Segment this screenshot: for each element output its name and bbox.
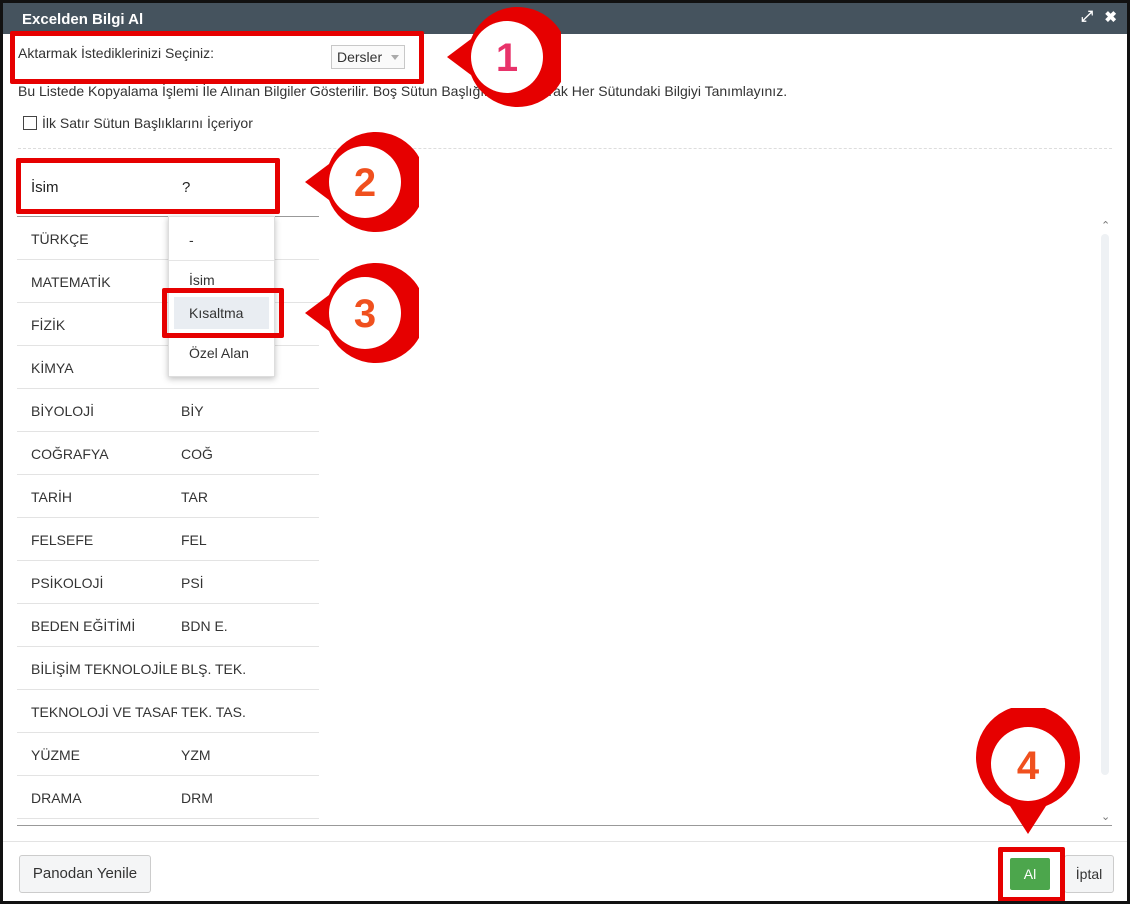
callout-1: 1 (447, 7, 561, 107)
row-name-cell: PSİKOLOJİ (31, 575, 104, 591)
table-row: BİLİŞİM TEKNOLOJİLERİBLŞ. TEK. (17, 647, 319, 690)
highlight-box-4 (998, 847, 1065, 901)
info-text: Bu Listede Kopyalama İşlemi İle Alınan B… (18, 83, 788, 99)
table-row: DRAMA DRM (17, 776, 319, 819)
callout-2: 2 (305, 132, 419, 232)
callout-3-number: 3 (354, 292, 376, 336)
row-name-cell: TÜRKÇE (31, 231, 89, 247)
scroll-down-icon[interactable]: ⌄ (1101, 810, 1110, 823)
row-name-cell: TARİH (31, 489, 72, 505)
scroll-up-icon[interactable]: ⌃ (1101, 219, 1110, 232)
table-row: COĞRAFYA COĞ (17, 432, 319, 475)
row-name-cell: YÜZME (31, 747, 80, 763)
row-abbreviation-cell: BLŞ. TEK. (181, 661, 247, 677)
callout-4: 4 (976, 708, 1080, 834)
row-abbreviation-cell: YZM (181, 747, 211, 763)
refresh-from-clipboard-button[interactable]: Panodan Yenile (19, 855, 151, 893)
header-row-checkbox[interactable] (23, 116, 37, 130)
checkbox-label: İlk Satır Sütun Başlıklarını İçeriyor (42, 115, 253, 131)
row-abbreviation-cell: PSİ (181, 575, 204, 591)
row-abbreviation-cell: BDN E. (181, 618, 228, 634)
menu-separator (169, 260, 274, 261)
table-row: TEKNOLOJİ VE TASARIMTEK. TAS. (17, 690, 319, 733)
row-abbreviation-cell: BİY (181, 403, 204, 419)
table-row: YÜZME YZM (17, 733, 319, 776)
row-abbreviation-cell: TAR (181, 489, 208, 505)
row-name-cell: TEKNOLOJİ VE TASARIM (31, 704, 177, 720)
table-row: PSİKOLOJİ PSİ (17, 561, 319, 604)
menu-item-none[interactable]: - (189, 232, 294, 248)
row-abbreviation-cell: FEL (181, 532, 207, 548)
row-name-cell: KİMYA (31, 360, 74, 376)
callout-4-number: 4 (1017, 744, 1040, 788)
table-row: TARİH TAR (17, 475, 319, 518)
highlight-box-3 (162, 288, 284, 338)
row-name-cell: BİYOLOJİ (31, 403, 95, 419)
divider (18, 148, 1112, 149)
highlight-box-1 (10, 31, 424, 84)
row-name-cell: DRAMA (31, 790, 82, 806)
row-abbreviation-cell: DRM (181, 790, 213, 806)
close-icon[interactable]: ✖ (1104, 8, 1117, 26)
table-row: BİYOLOJİ BİY (17, 389, 319, 432)
row-name-cell: BİLİŞİM TEKNOLOJİLERİ (31, 661, 177, 677)
cancel-button[interactable]: İptal (1064, 855, 1114, 893)
scrollbar[interactable] (1101, 234, 1109, 775)
dialog-footer (3, 841, 1127, 901)
row-abbreviation-cell: COĞ (181, 446, 213, 462)
row-name-cell: BEDEN EĞİTİMİ (31, 618, 136, 634)
table-row: FELSEFE FEL (17, 518, 319, 561)
row-name-cell: FİZİK (31, 317, 66, 333)
callout-2-number: 2 (354, 161, 376, 205)
import-dialog: Excelden Bilgi Al ⤢ ✖ Aktarmak İstedikle… (0, 0, 1130, 904)
header-row-checkbox-row[interactable]: İlk Satır Sütun Başlıklarını İçeriyor (23, 115, 253, 131)
row-name-cell: FELSEFE (31, 532, 94, 548)
callout-1-number: 1 (496, 36, 518, 80)
row-abbreviation-cell: TEK. TAS. (181, 704, 246, 720)
title-bar: Excelden Bilgi Al ⤢ ✖ (3, 3, 1127, 34)
highlight-box-2 (16, 158, 280, 214)
table-row: BEDEN EĞİTİMİ BDN E. (17, 604, 319, 647)
dialog-title: Excelden Bilgi Al (22, 11, 144, 28)
table-bottom-border (17, 825, 1112, 826)
menu-item-custom-field[interactable]: Özel Alan (189, 345, 294, 361)
menu-item-name[interactable]: İsim (189, 272, 294, 288)
expand-icon[interactable]: ⤢ (1081, 8, 1093, 25)
row-name-cell: COĞRAFYA (31, 446, 109, 462)
callout-3: 3 (305, 263, 419, 363)
row-name-cell: MATEMATİK (31, 274, 111, 290)
